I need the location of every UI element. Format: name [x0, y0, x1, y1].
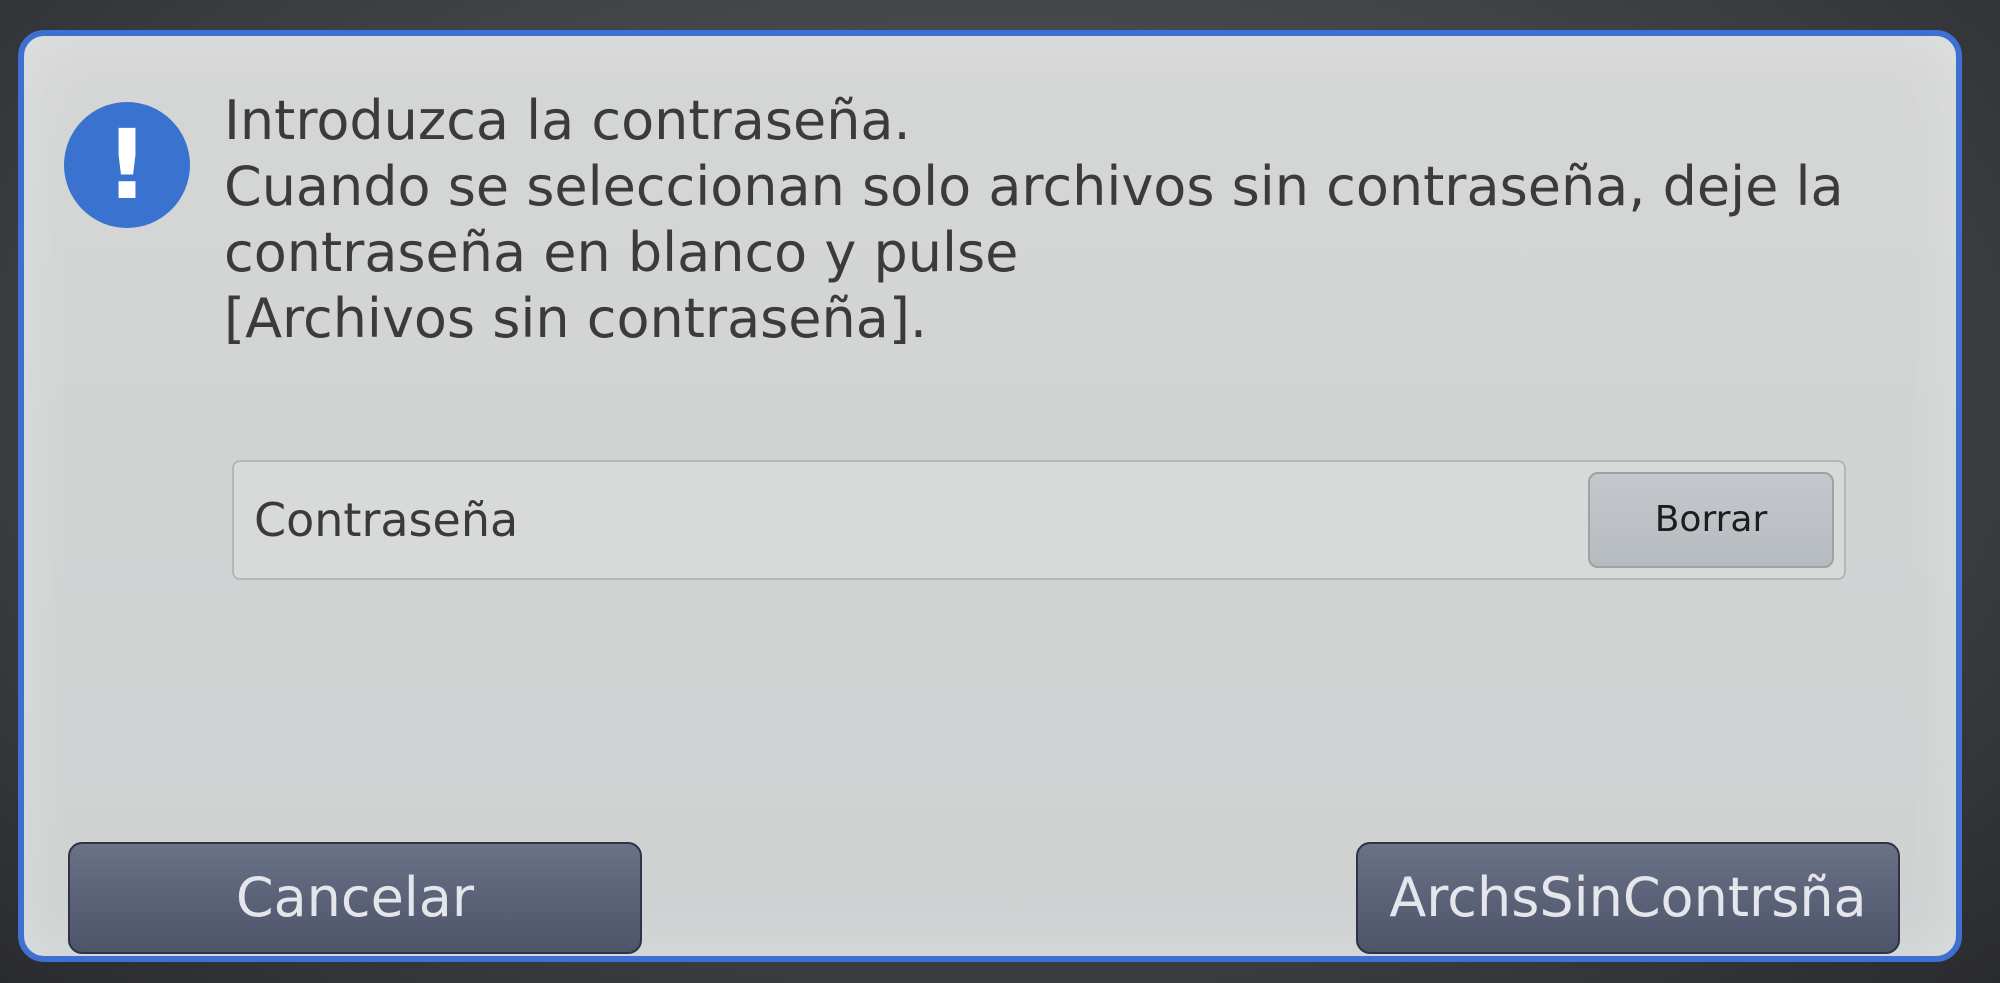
device-screen: ! Introduzca la contraseña. Cuando se se…: [0, 0, 2000, 983]
message-line: Introduzca la contraseña.: [224, 89, 911, 152]
password-field-label: Contraseña: [254, 493, 519, 547]
message-line: Cuando se seleccionan solo archivos sin …: [224, 155, 1844, 218]
password-dialog: ! Introduzca la contraseña. Cuando se se…: [18, 30, 1962, 962]
exclamation-icon: !: [64, 102, 190, 228]
dialog-message: Introduzca la contraseña. Cuando se sele…: [224, 88, 1904, 352]
message-line: contraseña en blanco y pulse: [224, 221, 1019, 284]
message-line: [Archivos sin contraseña].: [224, 287, 928, 350]
cancel-button[interactable]: Cancelar: [68, 842, 642, 954]
password-input[interactable]: Contraseña Borrar: [232, 460, 1846, 580]
clear-button[interactable]: Borrar: [1588, 472, 1834, 568]
files-without-password-button[interactable]: ArchsSinContrsña: [1356, 842, 1900, 954]
